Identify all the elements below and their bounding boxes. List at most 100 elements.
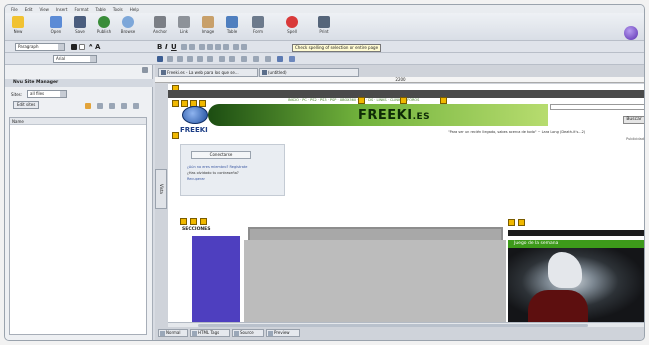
close-icon[interactable] <box>142 67 148 73</box>
save-button[interactable]: Save <box>71 15 89 39</box>
image-button[interactable]: Image <box>199 15 217 39</box>
stop-icon[interactable] <box>133 103 139 109</box>
print-button[interactable]: Print <box>315 15 333 39</box>
tag-marker-icon[interactable] <box>440 97 447 104</box>
table-button[interactable]: Table <box>223 15 241 39</box>
indent-icon[interactable] <box>241 44 247 50</box>
css-icon[interactable] <box>253 56 259 62</box>
smaller-text-button[interactable]: ᴬ <box>89 43 92 51</box>
view-mode-tabs: Normal HTML Tags Source Preview <box>155 329 644 337</box>
name-column-header[interactable]: Name <box>10 118 146 125</box>
site-file-list[interactable]: Name <box>9 117 147 335</box>
align-center-icon[interactable] <box>207 44 213 50</box>
document-tabs: Freeki.es - La web para los que se... (u… <box>155 68 644 77</box>
menu-insert[interactable]: Insert <box>56 7 67 12</box>
menu-edit[interactable]: Edit <box>25 7 33 12</box>
link-button[interactable]: Link <box>175 15 193 39</box>
menu-help[interactable]: Help <box>130 7 139 12</box>
row-icon[interactable] <box>177 56 183 62</box>
tab-html-tags[interactable]: HTML Tags <box>190 329 230 337</box>
new-button[interactable]: New <box>9 15 27 39</box>
layer-icon[interactable] <box>289 56 295 62</box>
tag-marker-icon[interactable] <box>172 132 179 139</box>
align-right-icon[interactable] <box>215 44 221 50</box>
sites-label: Sites: <box>11 92 23 97</box>
absolute-position-icon[interactable] <box>265 56 271 62</box>
table-props-icon[interactable] <box>219 56 225 62</box>
chevron-down-icon <box>60 91 66 97</box>
delete-icon[interactable] <box>121 103 127 109</box>
bold-button[interactable]: B <box>157 43 162 51</box>
highlight-color-icon[interactable] <box>79 44 85 50</box>
filter-icon[interactable] <box>277 56 283 62</box>
cell-icon[interactable] <box>167 56 173 62</box>
italic-button[interactable]: I <box>165 43 168 51</box>
tag-marker-icon[interactable] <box>518 219 525 226</box>
chevron-down-icon <box>58 44 64 50</box>
publish-button[interactable]: Publish <box>95 15 113 39</box>
underline-button[interactable]: U <box>171 43 177 51</box>
search-input[interactable] <box>550 104 644 110</box>
chevron-down-icon <box>90 56 96 62</box>
edit-sites-button[interactable]: Edit sites <box>13 101 40 109</box>
edit-icon[interactable] <box>109 103 115 109</box>
menu-format[interactable]: Format <box>74 7 88 12</box>
horizontal-scrollbar[interactable] <box>168 322 644 327</box>
menu-tools[interactable]: Tools <box>113 7 123 12</box>
register-link[interactable]: ¿Aún no eres miembro? Regístrate <box>187 165 247 169</box>
anchor-button[interactable]: Anchor <box>151 15 169 39</box>
editable-page[interactable]: INICIO · PC · PS2 · PS3 · PSP · XBOX360 … <box>168 84 644 322</box>
style-icon[interactable] <box>241 56 247 62</box>
tag-marker-icon[interactable] <box>358 97 365 104</box>
tab-freeki[interactable]: Freeki.es - La web para los que se... <box>158 68 258 77</box>
tag-marker-icon[interactable] <box>181 100 188 107</box>
outdent-icon[interactable] <box>233 44 239 50</box>
menu-table[interactable]: Table <box>96 7 106 12</box>
sites-select[interactable]: all files <box>27 90 67 98</box>
recover-link[interactable]: Recuperar <box>187 177 205 181</box>
numbered-list-icon[interactable] <box>189 44 195 50</box>
tag-marker-icon[interactable] <box>172 100 179 107</box>
split-icon[interactable] <box>207 56 213 62</box>
scroll-thumb[interactable] <box>198 324 588 327</box>
align-left-icon[interactable] <box>199 44 205 50</box>
publicity-label: Publicidad <box>626 137 644 141</box>
column-icon[interactable] <box>187 56 193 62</box>
quote-text: "Para ser un recién llegado, sabes acerc… <box>448 130 586 134</box>
tab-preview[interactable]: Preview <box>266 329 300 337</box>
browse-button[interactable]: Browse <box>119 15 137 39</box>
refresh-icon[interactable] <box>97 103 103 109</box>
side-strip[interactable]: Vista <box>155 169 167 209</box>
larger-text-button[interactable]: A <box>95 43 100 51</box>
open-button[interactable]: Open <box>47 15 65 39</box>
folder-icon[interactable] <box>85 103 91 109</box>
table-insert-icon[interactable] <box>157 56 163 62</box>
tab-source[interactable]: Source <box>232 329 264 337</box>
tag-marker-icon[interactable] <box>180 218 187 225</box>
search-button[interactable]: Buscar <box>623 116 644 124</box>
logo-text: FREEKI <box>180 126 208 134</box>
tab-untitled[interactable]: (untitled) <box>259 68 359 77</box>
tab-normal[interactable]: Normal <box>158 329 188 337</box>
sections-column <box>192 236 240 322</box>
font-select[interactable]: Arial <box>53 55 97 63</box>
spell-button[interactable]: Spell <box>283 15 301 39</box>
merge-icon[interactable] <box>197 56 203 62</box>
tag-marker-icon[interactable] <box>400 97 407 104</box>
login-button[interactable]: Conectarse <box>191 151 251 159</box>
character-coat <box>528 290 588 322</box>
align-justify-icon[interactable] <box>223 44 229 50</box>
bullet-list-icon[interactable] <box>181 44 187 50</box>
form-button[interactable]: Form <box>249 15 267 39</box>
menu-file[interactable]: File <box>11 7 18 12</box>
menu-view[interactable]: View <box>39 7 49 12</box>
image-icon <box>202 16 214 28</box>
paragraph-select[interactable]: Paragraph <box>15 43 65 51</box>
tag-marker-icon[interactable] <box>190 218 197 225</box>
forgot-password-text[interactable]: ¿Has olvidado tu contraseña? <box>187 171 239 175</box>
delete-icon[interactable] <box>229 56 235 62</box>
text-color-icon[interactable] <box>71 44 77 50</box>
tag-marker-icon[interactable] <box>200 218 207 225</box>
table-icon <box>226 16 238 28</box>
tag-marker-icon[interactable] <box>508 219 515 226</box>
